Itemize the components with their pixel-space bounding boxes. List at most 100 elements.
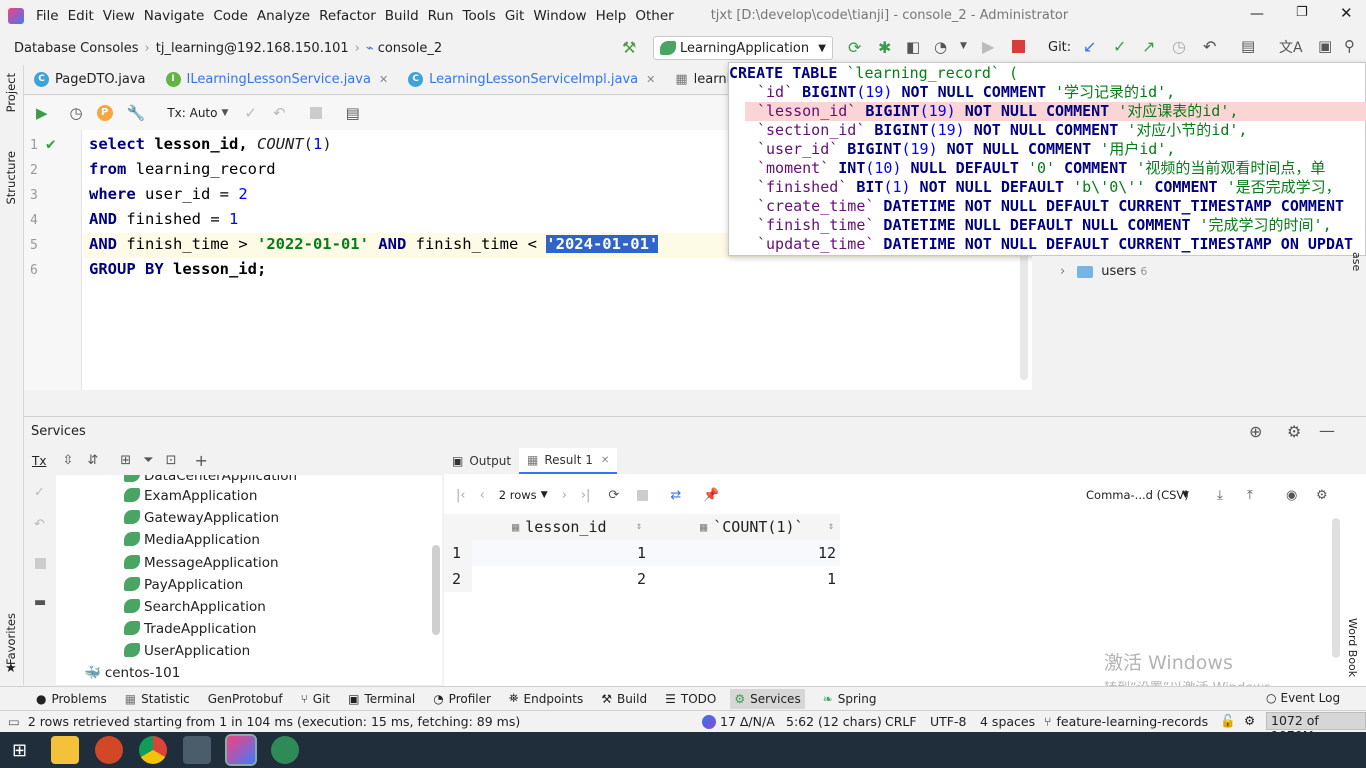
prev-page-icon[interactable]: ‹ <box>480 488 485 503</box>
tool-todo[interactable]: ☰ TODO <box>665 692 716 706</box>
memory-indicator[interactable]: 1072 of 1979M <box>1266 712 1366 743</box>
service-item[interactable]: ExamApplication <box>124 486 257 506</box>
tool-event-log[interactable]: ○ Event Log <box>1266 691 1340 705</box>
menu-tools[interactable]: Tools <box>463 8 496 24</box>
run-config-selector[interactable]: LearningApplication ▼ <box>653 36 833 60</box>
status-message[interactable]: 2 rows retrieved starting from 1 in 104 … <box>28 714 520 729</box>
first-page-icon[interactable]: |‹ <box>456 488 466 503</box>
service-item[interactable]: UserApplication <box>124 641 250 661</box>
close-icon[interactable]: ✕ <box>646 73 655 86</box>
tool-problems[interactable]: ● Problems <box>36 692 107 706</box>
breadcrumb-datasource[interactable]: tj_learning@192.168.150.101 <box>156 41 349 56</box>
service-host[interactable]: 🐳 centos-101 <box>84 663 180 683</box>
profile-icon[interactable]: ◔ <box>934 38 947 56</box>
gear-icon[interactable]: ⚙ <box>1287 422 1301 441</box>
maximize-button[interactable]: ❐ <box>1296 5 1308 20</box>
tab-pagedto[interactable]: C PageDTO.java <box>24 65 156 95</box>
commit-icon[interactable]: ✓ <box>34 485 45 500</box>
translate-icon[interactable]: 文A <box>1279 37 1303 57</box>
download-icon[interactable]: ⤓ <box>1217 488 1223 503</box>
file-explorer-icon[interactable] <box>51 736 80 764</box>
menu-view[interactable]: View <box>103 8 135 24</box>
tool-build[interactable]: ⚒ Build <box>601 692 647 706</box>
menu-window[interactable]: Window <box>533 8 586 24</box>
tool-spring[interactable]: ❧ Spring <box>823 692 877 706</box>
menu-code[interactable]: Code <box>213 8 248 24</box>
git-push-icon[interactable]: ↗ <box>1142 37 1155 56</box>
menu-help[interactable]: Help <box>596 8 627 24</box>
upload-icon[interactable]: ⤒ <box>1247 488 1253 503</box>
stop-icon[interactable] <box>35 558 46 569</box>
new-tab-icon[interactable]: ⊡ <box>166 453 177 468</box>
rollback-icon[interactable]: ↶ <box>273 104 286 122</box>
tree-node-users[interactable]: › users 6 <box>1060 264 1147 279</box>
menu-other[interactable]: Other <box>635 8 673 24</box>
p-badge-icon[interactable]: P <box>96 105 113 121</box>
run-icon[interactable]: ▶ <box>982 37 994 56</box>
service-item[interactable]: MediaApplication <box>124 530 260 550</box>
expand-all-icon[interactable]: ⇳ <box>62 453 73 468</box>
breadcrumb-console[interactable]: console_2 <box>378 41 442 56</box>
rollback-icon[interactable]: ↶ <box>1203 37 1216 56</box>
run-dropdown-icon[interactable]: ▼ <box>960 41 967 51</box>
chrome-icon[interactable] <box>139 736 168 764</box>
menu-navigate[interactable]: Navigate <box>144 8 205 24</box>
next-page-icon[interactable]: › <box>562 488 567 503</box>
target-icon[interactable]: ⊕ <box>1249 422 1262 441</box>
column-header[interactable]: ▦ `COUNT(1)` ⇕ <box>650 514 840 540</box>
tool-genprotobuf[interactable]: GenProtobuf <box>208 692 283 706</box>
minimize-button[interactable]: — <box>1250 6 1264 22</box>
column-header[interactable]: ▦ lesson_id ⇕ <box>472 514 650 540</box>
refresh-icon[interactable]: ⟳ <box>608 488 619 503</box>
debug-icon[interactable]: ✱ <box>878 38 891 57</box>
wordbook-tool-tab[interactable]: Word Book <box>1346 618 1359 677</box>
settings-wrench-icon[interactable]: 🔧 <box>127 104 146 122</box>
file-encoding[interactable]: UTF-8 <box>930 714 966 729</box>
caret-position[interactable]: 5:62 (12 chars) <box>786 714 882 729</box>
compare-icon[interactable]: ⇄ <box>670 488 681 503</box>
table-cell[interactable]: 2 <box>472 566 650 592</box>
minimize-panel-icon[interactable]: — <box>1319 421 1335 440</box>
history-icon[interactable]: ◷ <box>70 104 83 122</box>
gear-icon[interactable]: ⚙ <box>1316 488 1328 503</box>
pin-icon[interactable]: 📌 <box>703 488 719 503</box>
view-icon[interactable]: ◉ <box>1286 488 1297 503</box>
table-cell[interactable]: 1 <box>650 566 840 592</box>
rollback-icon[interactable]: ↶ <box>34 517 45 532</box>
service-item[interactable]: DataCenterApplication <box>124 475 297 486</box>
favorites-tool-tab[interactable]: Favorites <box>4 613 18 665</box>
tab-result-1[interactable]: ▦ Result 1 ✕ <box>519 448 618 474</box>
add-icon[interactable]: + <box>194 451 207 470</box>
coverage-icon[interactable]: ◧ <box>906 38 920 56</box>
menu-edit[interactable]: Edit <box>68 8 94 24</box>
table-cell[interactable]: 1 <box>472 540 650 566</box>
tool-git[interactable]: ⑂ Git <box>301 692 331 706</box>
structure-tool-tab[interactable]: Structure <box>4 151 18 205</box>
close-icon[interactable]: ✕ <box>601 455 609 466</box>
rerun-icon[interactable]: ⟳ <box>848 38 861 57</box>
execute-icon[interactable]: ▶ <box>36 104 48 122</box>
filter-icon[interactable]: ⏷ <box>143 453 153 468</box>
line-separator[interactable]: CRLF <box>885 714 917 729</box>
windows-start-icon[interactable]: ⊞ <box>12 740 27 761</box>
service-item[interactable]: TradeApplication <box>124 619 256 639</box>
indent-setting[interactable]: 4 spaces <box>980 714 1035 729</box>
service-item[interactable]: GatewayApplication <box>124 508 279 528</box>
menu-file[interactable]: File <box>36 8 59 24</box>
hs-app-icon[interactable] <box>271 736 300 764</box>
close-window-button[interactable]: ✕ <box>1340 4 1353 22</box>
service-item[interactable]: PayApplication <box>124 575 243 595</box>
layout-icon[interactable]: ▬ <box>34 595 46 610</box>
gear-person-icon[interactable]: ⚙ <box>1244 713 1255 728</box>
tool-endpoints[interactable]: ⛯ Endpoints <box>509 691 583 706</box>
toggle-panel-icon[interactable]: ▣ <box>1318 37 1332 55</box>
git-changes[interactable]: 17 Δ/N/A <box>702 714 775 729</box>
menu-analyze[interactable]: Analyze <box>257 8 310 24</box>
project-tool-tab[interactable]: Project <box>4 73 18 112</box>
export-format-selector[interactable]: Comma-...d (CSV) <box>1086 488 1189 502</box>
stop-icon[interactable] <box>309 107 322 119</box>
lock-icon[interactable]: 🔓 <box>1220 713 1236 729</box>
close-icon[interactable]: ✕ <box>379 73 388 86</box>
tab-ilearninglessonservice[interactable]: I ILearningLessonService.java ✕ <box>156 65 399 95</box>
powerpoint-icon[interactable] <box>95 736 124 764</box>
